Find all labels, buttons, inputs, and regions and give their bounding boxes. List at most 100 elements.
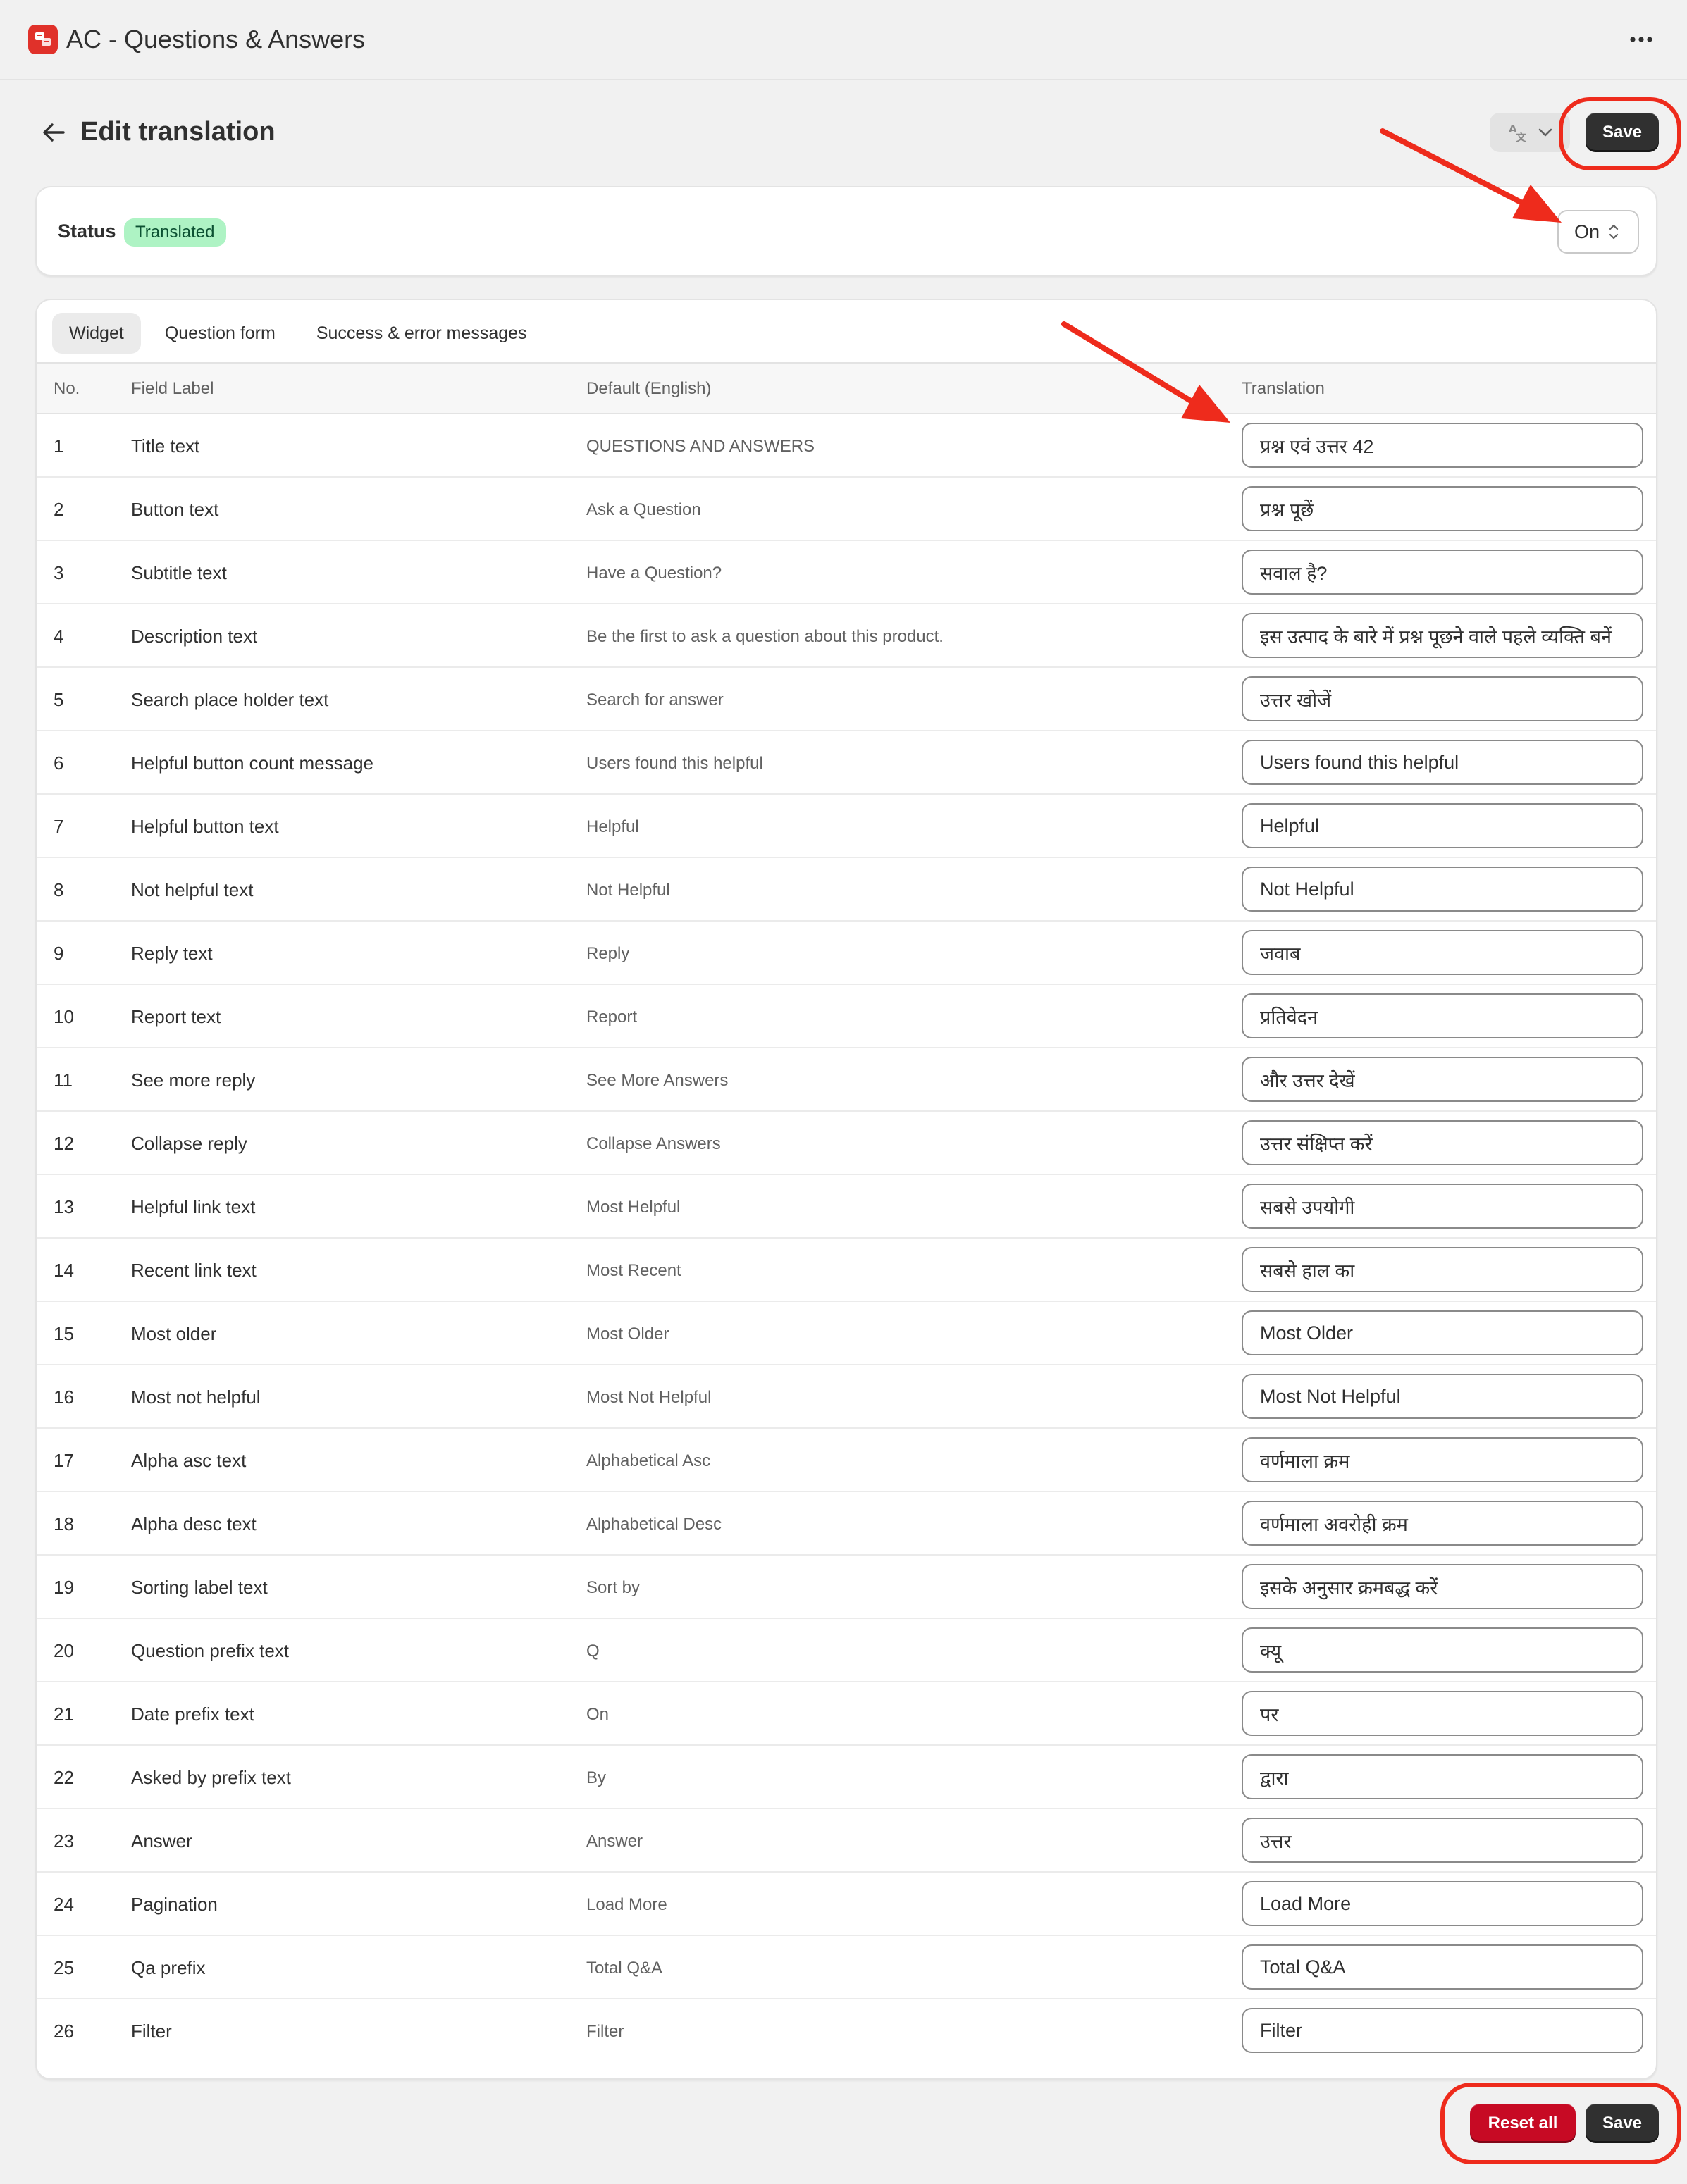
row-number: 24 — [54, 1894, 74, 1915]
default-english-text: Alphabetical Asc — [586, 1451, 711, 1470]
save-button-bottom[interactable]: Save — [1586, 2104, 1659, 2143]
default-english-text: Be the first to ask a question about thi… — [586, 627, 944, 646]
field-label: Description text — [131, 626, 258, 647]
translation-input[interactable] — [1242, 1374, 1643, 1419]
row-number: 9 — [54, 943, 64, 964]
table-row: 1 Title text QUESTIONS AND ANSWERS — [37, 414, 1656, 478]
field-label: Alpha asc text — [131, 1450, 247, 1471]
row-number: 15 — [54, 1323, 74, 1344]
column-header-field-label: Field Label — [131, 379, 214, 398]
chevron-down-icon — [1538, 128, 1552, 137]
translation-input[interactable] — [1242, 1120, 1643, 1165]
field-label: Recent link text — [131, 1260, 257, 1281]
row-number: 16 — [54, 1386, 74, 1408]
status-toggle-value: On — [1574, 221, 1600, 242]
default-english-text: QUESTIONS AND ANSWERS — [586, 437, 815, 456]
field-label: Alpha desc text — [131, 1513, 257, 1534]
table-row: 2 Button text Ask a Question — [37, 478, 1656, 541]
field-label: Collapse reply — [131, 1133, 247, 1154]
translation-input[interactable] — [1242, 740, 1643, 785]
default-english-text: Most Helpful — [586, 1198, 681, 1217]
table-row: 6 Helpful button count message Users found… — [37, 731, 1656, 795]
row-number: 12 — [54, 1133, 74, 1154]
translation-input[interactable] — [1242, 1627, 1643, 1673]
row-number: 8 — [54, 879, 64, 900]
table-row: 22 Asked by prefix text By — [37, 1746, 1656, 1809]
translation-input[interactable] — [1242, 1881, 1643, 1926]
field-label: Helpful link text — [131, 1196, 256, 1217]
default-english-text: On — [586, 1705, 610, 1724]
status-badge: Translated — [124, 218, 226, 247]
table-row: 5 Search place holder text Search for answ… — [37, 668, 1656, 731]
default-english-text: See More Answers — [586, 1071, 729, 1090]
status-toggle-select[interactable]: On — [1557, 210, 1639, 254]
field-label: Question prefix text — [131, 1640, 289, 1661]
default-english-text: Collapse Answers — [586, 1134, 721, 1153]
row-number: 21 — [54, 1704, 74, 1725]
field-label: Qa prefix — [131, 1957, 206, 1978]
translation-input[interactable] — [1242, 486, 1643, 531]
translation-input[interactable] — [1242, 1247, 1643, 1292]
more-options-icon[interactable] — [1624, 24, 1659, 55]
row-number: 23 — [54, 1830, 74, 1851]
row-number: 10 — [54, 1006, 74, 1027]
back-arrow-icon[interactable] — [35, 117, 72, 148]
row-number: 26 — [54, 2021, 74, 2042]
row-number: 5 — [54, 689, 64, 710]
status-card: Status Translated On — [35, 186, 1657, 276]
tab-question-form[interactable]: Question form — [148, 313, 292, 354]
tab-bar: Widget Question form Success & error mes… — [52, 313, 544, 355]
reset-all-button[interactable]: Reset all — [1470, 2104, 1576, 2143]
column-header-translation: Translation — [1242, 379, 1325, 398]
table-row: 18 Alpha desc text Alphabetical Desc — [37, 1492, 1656, 1556]
translation-input[interactable] — [1242, 1691, 1643, 1736]
row-number: 18 — [54, 1513, 74, 1534]
translation-input[interactable] — [1242, 1057, 1643, 1102]
translation-input[interactable] — [1242, 613, 1643, 658]
table-row: 20 Question prefix text Q — [37, 1619, 1656, 1682]
translation-input[interactable] — [1242, 930, 1643, 975]
field-label: Sorting label text — [131, 1577, 268, 1598]
translation-input[interactable] — [1242, 676, 1643, 721]
translation-input[interactable] — [1242, 423, 1643, 468]
translation-input[interactable] — [1242, 2008, 1643, 2053]
table-row: 7 Helpful button text Helpful — [37, 795, 1656, 858]
field-label: Search place holder text — [131, 689, 329, 710]
table-row: 15 Most older Most Older — [37, 1302, 1656, 1365]
translation-input[interactable] — [1242, 1310, 1643, 1355]
field-label: Not helpful text — [131, 879, 254, 900]
app-title: AC - Questions & Answers — [66, 25, 366, 54]
translation-input[interactable] — [1242, 1754, 1643, 1799]
translation-input[interactable] — [1242, 1184, 1643, 1229]
field-label: Most older — [131, 1323, 217, 1344]
table-row: 12 Collapse reply Collapse Answers — [37, 1112, 1656, 1175]
default-english-text: Most Not Helpful — [586, 1388, 712, 1407]
translation-table-card: Widget Question form Success & error mes… — [35, 299, 1657, 2080]
translation-input[interactable] — [1242, 1818, 1643, 1863]
table-row: 25 Qa prefix Total Q&A — [37, 1936, 1656, 1999]
field-label: Helpful button count message — [131, 752, 373, 774]
table-row: 4 Description text Be the first to ask a q… — [37, 604, 1656, 668]
table-row: 19 Sorting label text Sort by — [37, 1556, 1656, 1619]
default-english-text: Ask a Question — [586, 500, 701, 519]
default-english-text: Filter — [586, 2022, 624, 2041]
translate-icon: A 文 — [1509, 123, 1527, 143]
translation-input[interactable] — [1242, 1564, 1643, 1609]
translation-input[interactable] — [1242, 867, 1643, 912]
default-english-text: Not Helpful — [586, 881, 670, 900]
translation-input[interactable] — [1242, 1944, 1643, 1990]
row-number: 1 — [54, 435, 64, 457]
app-bar: AC - Questions & Answers — [0, 0, 1687, 80]
table-row: 23 Answer Answer — [37, 1809, 1656, 1873]
save-button-top[interactable]: Save — [1586, 113, 1659, 152]
tab-widget[interactable]: Widget — [52, 313, 141, 354]
row-number: 6 — [54, 752, 64, 774]
tab-success-error-messages[interactable]: Success & error messages — [299, 313, 544, 354]
translation-input[interactable] — [1242, 550, 1643, 595]
translation-input[interactable] — [1242, 993, 1643, 1038]
translation-input[interactable] — [1242, 1501, 1643, 1546]
translation-input[interactable] — [1242, 1437, 1643, 1482]
default-english-text: Most Recent — [586, 1261, 681, 1280]
language-selector[interactable]: A 文 — [1490, 113, 1570, 152]
translation-input[interactable] — [1242, 803, 1643, 848]
